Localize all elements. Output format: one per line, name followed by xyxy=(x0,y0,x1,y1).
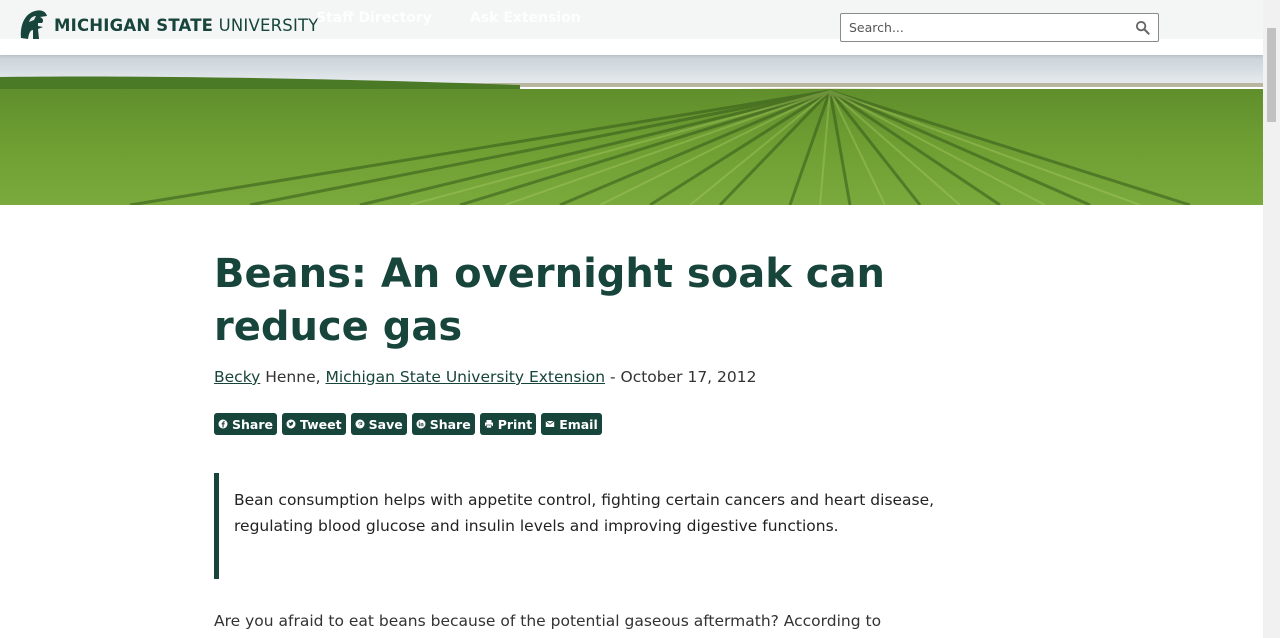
pinterest-save-button[interactable]: Save xyxy=(350,413,407,435)
nav-ask-extension[interactable]: Ask Extension xyxy=(470,10,581,26)
save-label: Save xyxy=(368,416,403,432)
scrollbar-thumb[interactable] xyxy=(1267,28,1276,122)
publish-date: - October 17, 2012 xyxy=(605,368,757,386)
spartan-helmet-icon xyxy=(20,10,47,40)
search-icon[interactable] xyxy=(1135,20,1150,35)
share-label: Share xyxy=(232,416,273,432)
logo-wordmark: MICHIGAN STATE UNIVERSITY xyxy=(54,16,319,35)
byline: Becky Henne, Michigan State University E… xyxy=(214,368,756,386)
facebook-share-button[interactable]: Share xyxy=(214,413,277,435)
email-label: Email xyxy=(559,416,598,432)
print-button[interactable]: Print xyxy=(479,413,537,435)
print-icon xyxy=(484,420,493,429)
facebook-icon xyxy=(218,419,228,429)
tweet-label: Tweet xyxy=(299,416,342,432)
linkedin-icon xyxy=(416,419,426,429)
print-label: Print xyxy=(497,416,533,432)
page-scrollbar[interactable] xyxy=(1263,0,1280,638)
email-icon xyxy=(545,420,555,427)
article-summary: Bean consumption helps with appetite con… xyxy=(214,473,944,579)
soybean-field-illustration xyxy=(0,55,1263,205)
nav-staff-directory[interactable]: Staff Directory xyxy=(316,10,432,26)
site-header: MICHIGAN STATE UNIVERSITY Staff Director… xyxy=(0,0,1263,55)
share-toolbar: Share Tweet Save Share Print Email xyxy=(214,413,602,435)
email-button[interactable]: Email xyxy=(541,413,602,435)
author-last-name: Henne, xyxy=(260,368,326,386)
organization-link[interactable]: Michigan State University Extension xyxy=(325,368,605,386)
linkedin-share-button[interactable]: Share xyxy=(411,413,475,435)
pinterest-icon xyxy=(355,419,365,429)
article-body-first-line: Are you afraid to eat beans because of t… xyxy=(214,612,882,630)
logo-bold-text: MICHIGAN STATE xyxy=(54,15,214,35)
tweet-button[interactable]: Tweet xyxy=(281,413,346,435)
hero-image xyxy=(0,55,1263,205)
twitter-icon xyxy=(286,419,296,429)
search-input[interactable] xyxy=(841,14,1126,41)
linkedin-share-label: Share xyxy=(429,416,471,432)
author-link[interactable]: Becky xyxy=(214,368,260,386)
search-box xyxy=(840,13,1159,42)
logo-light-text: UNIVERSITY xyxy=(218,15,319,35)
msu-logo[interactable]: MICHIGAN STATE UNIVERSITY xyxy=(18,8,319,42)
article-title: Beans: An overnight soak can reduce gas xyxy=(214,251,885,350)
